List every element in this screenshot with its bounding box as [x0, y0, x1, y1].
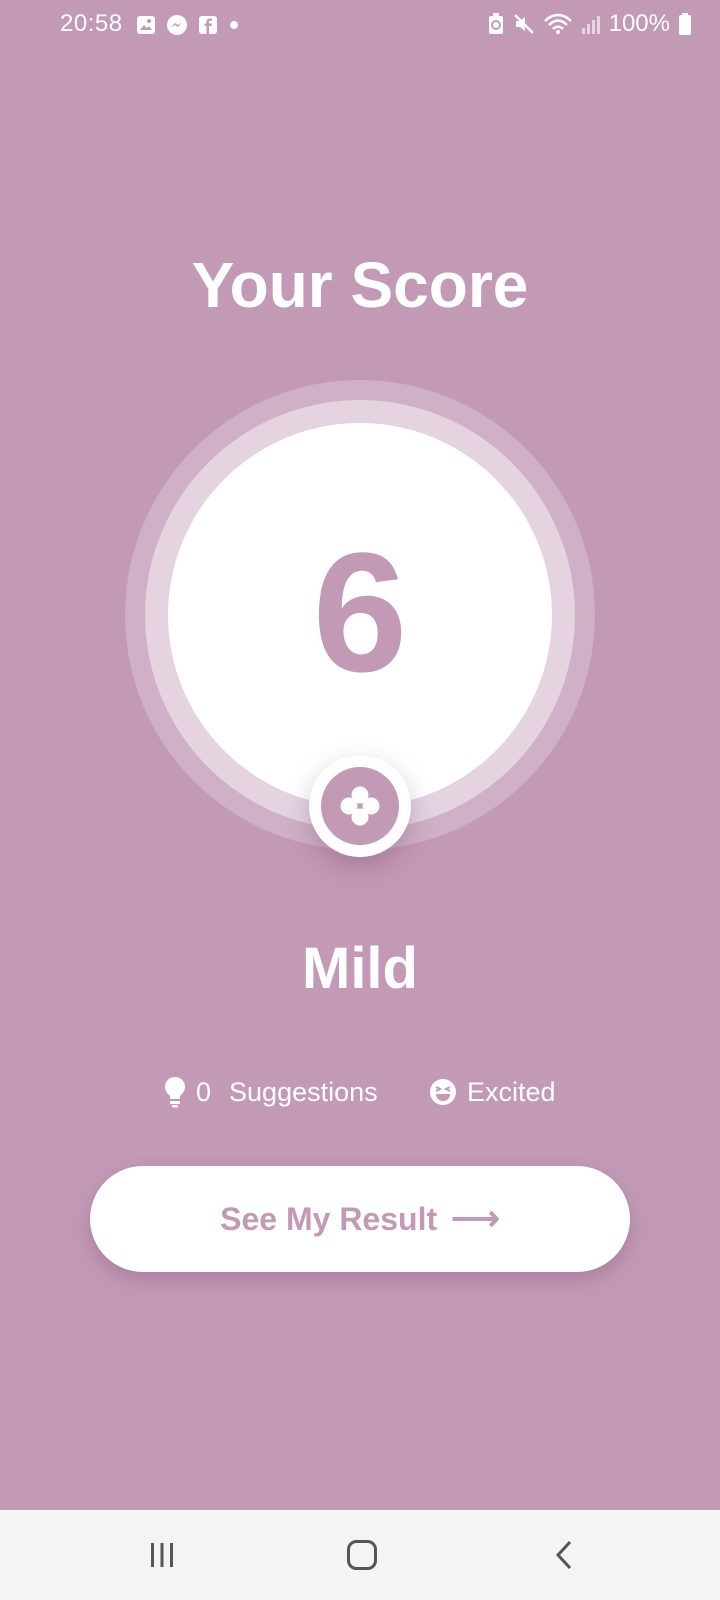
navigation-bar [0, 1510, 720, 1600]
arrow-right-icon: ⟶ [451, 1200, 500, 1238]
game-dots-icon [321, 767, 399, 845]
mood-info: Excited [429, 1070, 556, 1114]
mute-icon [513, 13, 535, 35]
score-badge [309, 755, 411, 857]
back-button[interactable] [534, 1530, 594, 1580]
home-icon [347, 1540, 377, 1570]
gallery-icon [136, 15, 156, 35]
messenger-icon [166, 14, 188, 36]
dot-icon [228, 19, 240, 31]
mood-label: Excited [467, 1076, 556, 1107]
battery-percent: 100% [608, 10, 670, 37]
facebook-icon [198, 15, 218, 35]
recents-icon [151, 1543, 173, 1567]
score-value: 6 [312, 518, 408, 708]
signal-icon [581, 13, 601, 35]
suggestions-info: 0 Suggestions [164, 1070, 378, 1114]
suggestions-label: Suggestions [229, 1076, 378, 1107]
see-my-result-label: See My Result [220, 1200, 438, 1237]
see-my-result-button[interactable]: See My Result ⟶ [90, 1166, 630, 1272]
system-icons: 100% [487, 10, 692, 38]
page-title: Your Score [191, 249, 529, 321]
lightbulb-icon [164, 1076, 196, 1108]
status-time: 20:58 [60, 10, 123, 37]
home-button[interactable] [332, 1530, 392, 1580]
recents-button[interactable] [132, 1530, 192, 1580]
score-level: Mild [302, 936, 418, 1001]
battery-icon [678, 12, 692, 36]
status-bar: 20:58 100% [0, 0, 720, 52]
laughing-face-icon [429, 1078, 467, 1106]
back-icon [555, 1540, 572, 1570]
suggestions-count: 0 [196, 1076, 212, 1107]
battery-saver-icon [487, 12, 505, 36]
notification-icons [136, 14, 240, 36]
wifi-icon [543, 13, 573, 35]
